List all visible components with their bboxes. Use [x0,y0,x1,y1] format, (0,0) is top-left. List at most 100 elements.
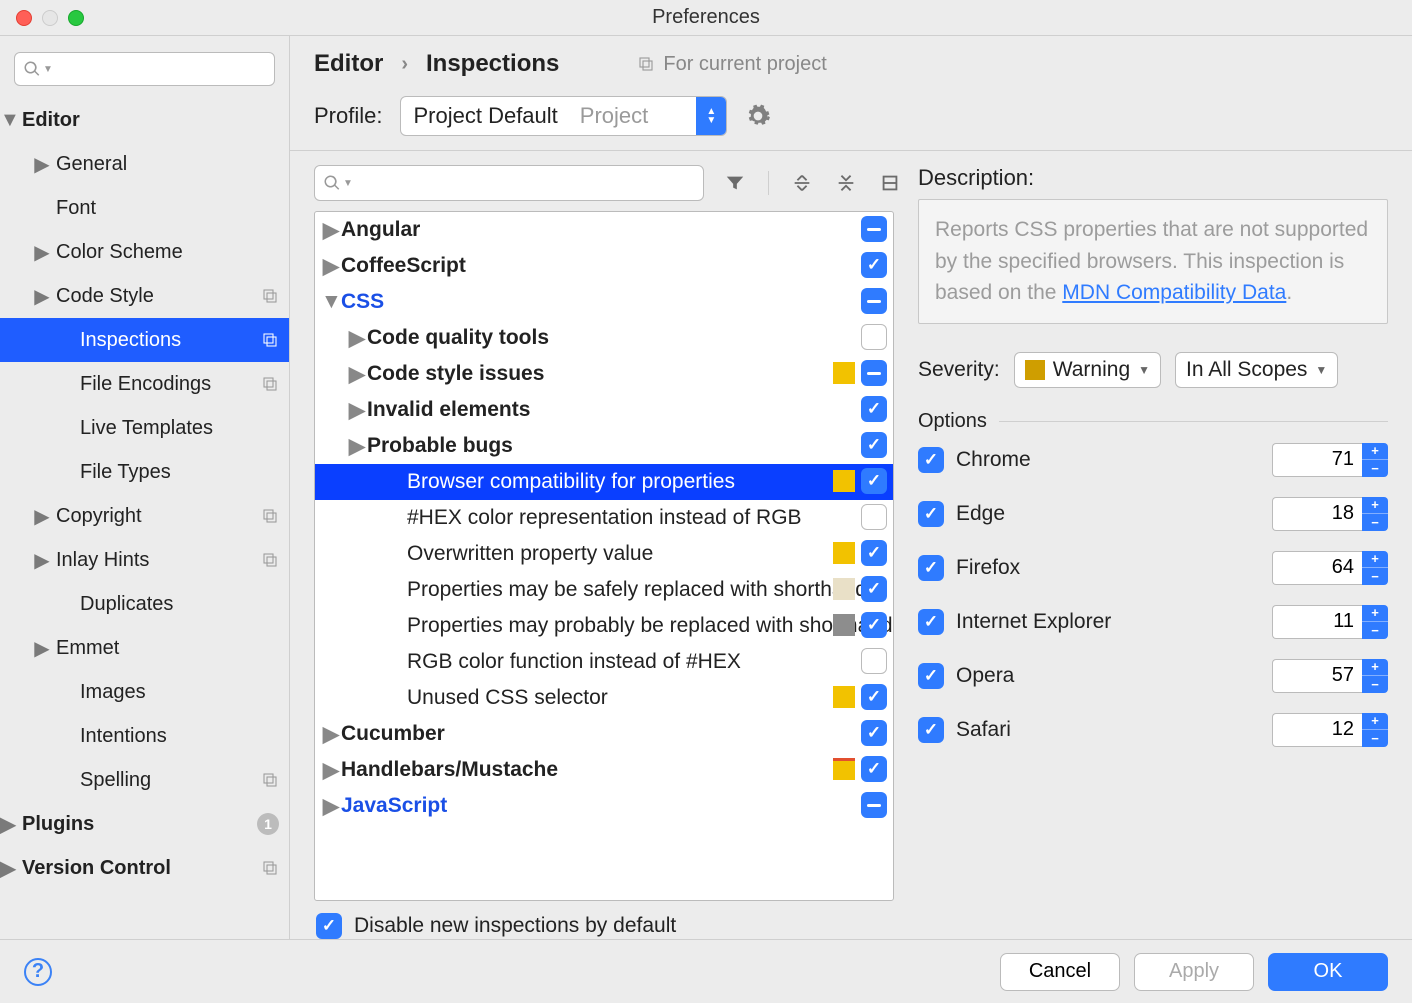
stepper-down-icon[interactable]: − [1362,460,1388,477]
collapse-all-icon[interactable] [835,172,857,194]
browser-version-input[interactable] [1272,497,1362,531]
browser-version-input[interactable] [1272,551,1362,585]
sidebar-item-file-encodings[interactable]: File Encodings [0,362,289,406]
sidebar-search-input[interactable]: ▼ [14,52,275,86]
inspection-row[interactable]: Properties may probably be replaced with… [315,608,893,644]
inspection-search-input[interactable]: ▼ [314,165,704,201]
inspection-checkbox[interactable] [861,468,887,494]
apply-button[interactable]: Apply [1134,953,1254,991]
stepper-down-icon[interactable]: − [1362,568,1388,585]
disclosure-icon: ▶ [0,856,16,881]
inspection-checkbox[interactable] [861,396,887,422]
browser-checkbox[interactable] [918,717,944,743]
stepper-up-icon[interactable]: + [1362,443,1388,461]
sidebar-item-inspections[interactable]: Inspections [0,318,289,362]
gear-icon[interactable] [745,103,771,129]
inspection-checkbox[interactable] [861,612,887,638]
sidebar-item-emmet[interactable]: ▶Emmet [0,626,289,670]
inspection-checkbox[interactable] [861,756,887,782]
sidebar-item-code-style[interactable]: ▶Code Style [0,274,289,318]
inspection-row[interactable]: ▶Code quality tools [315,320,893,356]
inspection-row[interactable]: Properties may be safely replaced with s… [315,572,893,608]
inspection-row[interactable]: ▶Cucumber [315,716,893,752]
severity-select[interactable]: Warning ▼ [1014,352,1161,388]
inspection-row[interactable]: ▶Code style issues [315,356,893,392]
inspection-checkbox[interactable] [861,648,887,674]
stepper-down-icon[interactable]: − [1362,514,1388,531]
sidebar-item-spelling[interactable]: Spelling [0,758,289,802]
inspection-checkbox[interactable] [861,576,887,602]
inspection-row[interactable]: #HEX color representation instead of RGB [315,500,893,536]
stepper-up-icon[interactable]: + [1362,713,1388,731]
inspection-checkbox[interactable] [861,216,887,242]
inspection-checkbox[interactable] [861,360,887,386]
inspection-row[interactable]: ▼CSS [315,284,893,320]
inspection-row[interactable]: ▶CoffeeScript [315,248,893,284]
inspection-row[interactable]: Overwritten property value [315,536,893,572]
inspection-checkbox[interactable] [861,684,887,710]
sidebar-item-general[interactable]: ▶General [0,142,289,186]
inspection-checkbox[interactable] [861,504,887,530]
filter-icon[interactable] [724,172,746,194]
sidebar-item-font[interactable]: Font [0,186,289,230]
browser-version-input[interactable] [1272,443,1362,477]
inspection-row[interactable]: ▶Invalid elements [315,392,893,428]
inspection-row[interactable]: Unused CSS selector [315,680,893,716]
sidebar-item-live-templates[interactable]: Live Templates [0,406,289,450]
scope-select[interactable]: In All Scopes ▼ [1175,352,1338,388]
profile-select[interactable]: Project Default Project ▲▼ [400,96,727,136]
inspection-row[interactable]: ▶Probable bugs [315,428,893,464]
cancel-button[interactable]: Cancel [1000,953,1120,991]
sidebar-item-copyright[interactable]: ▶Copyright [0,494,289,538]
stepper[interactable]: +− [1362,713,1388,747]
stepper[interactable]: +− [1362,551,1388,585]
sidebar-item-version-control[interactable]: ▶Version Control [0,846,289,890]
copy-scope-icon [637,55,655,73]
sidebar-item-intentions[interactable]: Intentions [0,714,289,758]
sidebar-item-images[interactable]: Images [0,670,289,714]
disable-new-checkbox[interactable] [316,913,342,939]
help-button[interactable]: ? [24,958,52,986]
ok-button[interactable]: OK [1268,953,1388,991]
inspection-row[interactable]: RGB color function instead of #HEX [315,644,893,680]
expand-all-icon[interactable] [791,172,813,194]
inspection-checkbox[interactable] [861,324,887,350]
stepper[interactable]: +− [1362,497,1388,531]
browser-checkbox[interactable] [918,447,944,473]
sidebar-item-duplicates[interactable]: Duplicates [0,582,289,626]
stepper[interactable]: +− [1362,659,1388,693]
stepper-down-icon[interactable]: − [1362,730,1388,747]
sidebar-item-file-types[interactable]: File Types [0,450,289,494]
browser-checkbox[interactable] [918,663,944,689]
stepper-down-icon[interactable]: − [1362,622,1388,639]
stepper-down-icon[interactable]: − [1362,676,1388,693]
inspection-checkbox[interactable] [861,288,887,314]
sidebar-item-editor[interactable]: ▼Editor [0,98,289,142]
inspection-checkbox[interactable] [861,432,887,458]
inspection-checkbox[interactable] [861,540,887,566]
inspection-checkbox[interactable] [861,252,887,278]
browser-checkbox[interactable] [918,501,944,527]
browser-checkbox[interactable] [918,609,944,635]
stepper-up-icon[interactable]: + [1362,605,1388,623]
stepper[interactable]: +− [1362,605,1388,639]
sidebar-item-color-scheme[interactable]: ▶Color Scheme [0,230,289,274]
sidebar-item-plugins[interactable]: ▶Plugins1 [0,802,289,846]
inspection-row[interactable]: ▶Angular [315,212,893,248]
stepper[interactable]: +− [1362,443,1388,477]
stepper-up-icon[interactable]: + [1362,551,1388,569]
inspection-row[interactable]: Browser compatibility for properties [315,464,893,500]
browser-version-input[interactable] [1272,659,1362,693]
inspection-row[interactable]: ▶Handlebars/Mustache [315,752,893,788]
stepper-up-icon[interactable]: + [1362,659,1388,677]
browser-checkbox[interactable] [918,555,944,581]
sidebar-item-inlay-hints[interactable]: ▶Inlay Hints [0,538,289,582]
description-link[interactable]: MDN Compatibility Data [1062,281,1286,304]
browser-version-input[interactable] [1272,713,1362,747]
stepper-up-icon[interactable]: + [1362,497,1388,515]
inspection-checkbox[interactable] [861,720,887,746]
inspection-row[interactable]: ▶JavaScript [315,788,893,824]
browser-version-input[interactable] [1272,605,1362,639]
inspection-checkbox[interactable] [861,792,887,818]
inspection-tree[interactable]: ▶Angular▶CoffeeScript▼CSS▶Code quality t… [314,211,894,901]
